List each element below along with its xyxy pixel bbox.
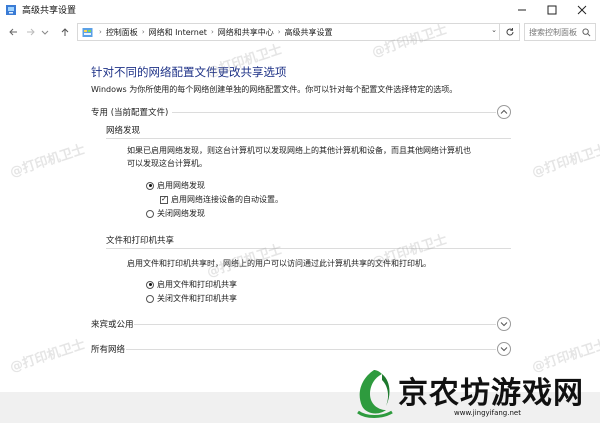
- minimize-button[interactable]: [506, 0, 538, 20]
- breadcrumb-separator: ›: [99, 28, 102, 36]
- radio-disable-sharing[interactable]: [146, 294, 154, 303]
- chevron-down-icon: [41, 30, 49, 35]
- breadcrumb-network-internet[interactable]: 网络和 Internet: [149, 27, 207, 38]
- section-all-networks-divider: [126, 349, 496, 350]
- section-guest-divider: [134, 324, 496, 325]
- arrow-up-icon: [61, 28, 69, 36]
- search-placeholder: 搜索控制面板: [529, 27, 577, 37]
- refresh-icon: [506, 28, 514, 36]
- forward-button[interactable]: [24, 24, 38, 40]
- radio-disable-discovery[interactable]: [146, 209, 154, 218]
- expand-all-networks-button[interactable]: [497, 342, 511, 356]
- option-disable-discovery[interactable]: 关闭网络发现: [146, 208, 205, 219]
- file-sharing-title: 文件和打印机共享: [106, 236, 175, 246]
- address-dropdown-icon[interactable]: ⌄: [491, 26, 497, 34]
- section-all-networks-title[interactable]: 所有网络: [91, 343, 125, 355]
- back-button[interactable]: [6, 24, 20, 40]
- close-button[interactable]: [566, 0, 598, 20]
- breadcrumb-control-panel[interactable]: 控制面板: [106, 27, 138, 38]
- option-disable-sharing-label: 关闭文件和打印机共享: [157, 294, 237, 303]
- radio-enable-sharing[interactable]: [146, 280, 154, 289]
- network-discovery-title: 网络发现: [106, 126, 141, 136]
- option-auto-setup[interactable]: ✓ 启用网络连接设备的自动设置。: [160, 194, 283, 205]
- chevron-down-icon: [500, 322, 508, 327]
- option-disable-sharing[interactable]: 关闭文件和打印机共享: [146, 293, 237, 304]
- chevron-down-icon: [500, 347, 508, 352]
- option-disable-discovery-label: 关闭网络发现: [157, 209, 205, 218]
- radio-enable-discovery[interactable]: [146, 181, 154, 190]
- breadcrumb-separator: ›: [277, 28, 281, 36]
- refresh-button[interactable]: [500, 23, 520, 41]
- brand-url: www.jingyifang.net: [454, 409, 521, 417]
- breadcrumb-network-sharing-center[interactable]: 网络和共享中心: [218, 27, 274, 38]
- chevron-up-icon: [500, 109, 508, 114]
- checkbox-auto-setup[interactable]: ✓: [160, 195, 168, 204]
- leaf-logo-icon: [357, 370, 393, 418]
- maximize-icon: [547, 5, 557, 15]
- section-private-title[interactable]: 专用 (当前配置文件): [91, 106, 168, 118]
- arrow-right-icon: [27, 28, 35, 36]
- breadcrumb-separator: ›: [210, 28, 214, 36]
- file-sharing-divider: [106, 248, 511, 249]
- arrow-left-icon: [9, 28, 17, 36]
- option-enable-discovery-label: 启用网络发现: [157, 181, 205, 190]
- section-private-divider: [172, 112, 496, 113]
- network-discovery-text-2: 可以发现这台计算机。: [127, 159, 207, 168]
- option-enable-sharing[interactable]: 启用文件和打印机共享: [146, 279, 237, 290]
- brand-logo: 京农坊游戏网 www.jingyifang.net: [352, 362, 600, 423]
- navigation-bar: › 控制面板 › 网络和 Internet › 网络和共享中心 › 高级共享设置…: [0, 20, 600, 44]
- page-description: Windows 为你所使用的每个网络创建单独的网络配置文件。你可以针对每个配置文…: [91, 85, 458, 94]
- expand-guest-button[interactable]: [497, 317, 511, 331]
- close-icon: [577, 5, 587, 15]
- option-enable-discovery[interactable]: 启用网络发现: [146, 180, 205, 191]
- up-button[interactable]: [58, 24, 72, 40]
- brand-name: 京农坊游戏网: [398, 376, 584, 411]
- option-auto-setup-label: 启用网络连接设备的自动设置。: [171, 195, 283, 204]
- title-bar: 高级共享设置: [0, 0, 600, 20]
- settings-content: 针对不同的网络配置文件更改共享选项 Windows 为你所使用的每个网络创建单独…: [0, 44, 600, 392]
- breadcrumb-separator: ›: [141, 28, 145, 36]
- breadcrumb-advanced-sharing[interactable]: 高级共享设置: [285, 27, 333, 38]
- page-heading: 针对不同的网络配置文件更改共享选项: [91, 65, 287, 79]
- window-title: 高级共享设置: [22, 6, 77, 16]
- network-settings-icon: [6, 5, 16, 15]
- network-discovery-divider: [106, 138, 511, 139]
- maximize-button[interactable]: [536, 0, 568, 20]
- minimize-icon: [518, 9, 526, 11]
- option-enable-sharing-label: 启用文件和打印机共享: [157, 280, 237, 289]
- recent-locations-button[interactable]: [40, 24, 50, 40]
- search-icon: [582, 27, 591, 36]
- control-panel-icon: [82, 27, 93, 37]
- network-discovery-text-1: 如果已启用网络发现，则这台计算机可以发现网络上的其他计算机和设备，而且其他网络计…: [127, 146, 471, 155]
- search-box[interactable]: 搜索控制面板: [524, 23, 596, 41]
- collapse-private-button[interactable]: [497, 105, 511, 119]
- section-guest-title[interactable]: 来宾或公用: [91, 318, 134, 330]
